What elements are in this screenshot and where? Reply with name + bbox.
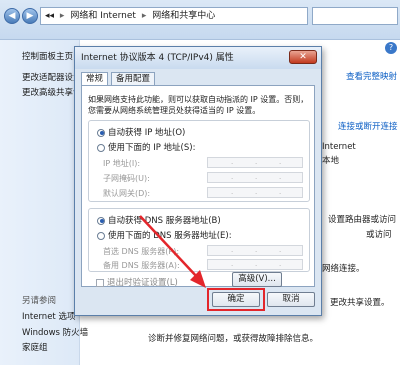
connect-disconnect-link[interactable]: 连接或断开连接 <box>338 120 398 132</box>
homegroup-link[interactable]: 家庭组 <box>22 341 48 353</box>
ip-manual-radio[interactable]: 使用下面的 IP 地址(S): <box>97 141 195 153</box>
internet-label: Internet <box>322 142 356 152</box>
dialog-title: Internet 协议版本 4 (TCP/IPv4) 属性 <box>75 47 321 69</box>
subnet-mask-label: 子网掩码(U): <box>103 174 150 183</box>
subnet-mask-field: ... <box>207 172 303 183</box>
radio-selected-icon <box>97 128 105 137</box>
ip-address-group: 自动获得 IP 地址(O) 使用下面的 IP 地址(S): IP 地址(I): … <box>88 120 310 202</box>
dns-manual-radio[interactable]: 使用下面的 DNS 服务器地址(E): <box>97 229 232 241</box>
network-connection-text: 网络连接。 <box>322 264 365 274</box>
default-gateway-field: ... <box>207 187 303 198</box>
tab-alternate-config[interactable]: 备用配置 <box>111 72 156 86</box>
search-input[interactable] <box>312 7 398 25</box>
ok-button-highlight-box <box>207 288 265 311</box>
forward-arrow-icon[interactable]: ▶ <box>22 8 38 24</box>
alternate-dns-label: 备用 DNS 服务器(A): <box>103 261 180 270</box>
share-settings-text: 更改共享设置。 <box>330 298 390 308</box>
preferred-dns-label: 首选 DNS 服务器(P): <box>103 247 180 256</box>
ip-address-field: ... <box>207 157 303 168</box>
radio-unselected-icon <box>97 143 105 152</box>
internet-options-link[interactable]: Internet 选项 <box>22 310 75 322</box>
connect-access-text: 或访问 <box>366 230 392 240</box>
radio-selected-icon <box>97 216 105 225</box>
ip-auto-radio[interactable]: 自动获得 IP 地址(O) <box>97 126 185 138</box>
radio-unselected-icon <box>97 231 105 240</box>
default-gateway-label: 默认网关(D): <box>103 189 151 198</box>
explorer-toolbar: ◀ ▶ ◂◂ ▸ 网络和 Internet ▸ 网络和共享中心 <box>0 0 400 40</box>
dialog-description: 如果网络支持此功能，则可以获取自动指派的 IP 设置。否则，您需要从网络系统管理… <box>88 95 309 115</box>
breadcrumb-network-internet[interactable]: 网络和 Internet <box>70 11 136 21</box>
dns-auto-radio[interactable]: 自动获得 DNS 服务器地址(B) <box>97 214 221 226</box>
cancel-button[interactable]: 取消 <box>267 292 315 307</box>
validate-on-exit-checkbox[interactable]: 退出时验证设置(L) <box>96 276 178 288</box>
change-adapter-settings-link[interactable]: 更改适配器设置 <box>22 71 82 83</box>
troubleshoot-text: 诊断并修复网络问题，或获得故障排除信息。 <box>148 334 319 344</box>
back-arrow-icon[interactable]: ◀ <box>4 8 20 24</box>
router-setup-text: 设置路由器或访问 <box>328 215 397 225</box>
change-advanced-sharing-link[interactable]: 更改高级共享设 <box>22 86 82 98</box>
dns-group: 自动获得 DNS 服务器地址(B) 使用下面的 DNS 服务器地址(E): 首选… <box>88 208 310 272</box>
ipv4-properties-dialog: Internet 协议版本 4 (TCP/IPv4) 属性 ✕ 常规 备用配置 … <box>74 46 322 316</box>
control-panel-home-link[interactable]: 控制面板主页 <box>22 50 73 62</box>
address-root-chevron-icon: ◂◂ <box>45 11 55 21</box>
alternate-dns-field: ... <box>207 259 303 270</box>
general-panel: 如果网络支持此功能，则可以获取自动指派的 IP 设置。否则，您需要从网络系统管理… <box>81 85 315 288</box>
preferred-dns-field: ... <box>207 245 303 256</box>
checkbox-icon <box>96 278 104 287</box>
internet-sub-label: 本地 <box>322 156 340 166</box>
windows-firewall-link[interactable]: Windows 防火墙 <box>22 326 88 338</box>
see-also-heading: 另请参阅 <box>22 296 57 306</box>
view-full-map-link[interactable]: 查看完整映射 <box>346 70 397 82</box>
breadcrumb-sharing-center[interactable]: 网络和共享中心 <box>152 11 215 21</box>
help-icon[interactable]: ? <box>385 42 397 54</box>
address-bar[interactable]: ◂◂ ▸ 网络和 Internet ▸ 网络和共享中心 <box>40 7 308 25</box>
ip-address-label: IP 地址(I): <box>103 159 141 168</box>
close-icon[interactable]: ✕ <box>289 50 317 64</box>
advanced-button[interactable]: 高级(V)... <box>232 272 282 287</box>
left-pane: 控制面板主页 更改适配器设置 更改高级共享设 另请参阅 Internet 选项 … <box>0 40 88 365</box>
